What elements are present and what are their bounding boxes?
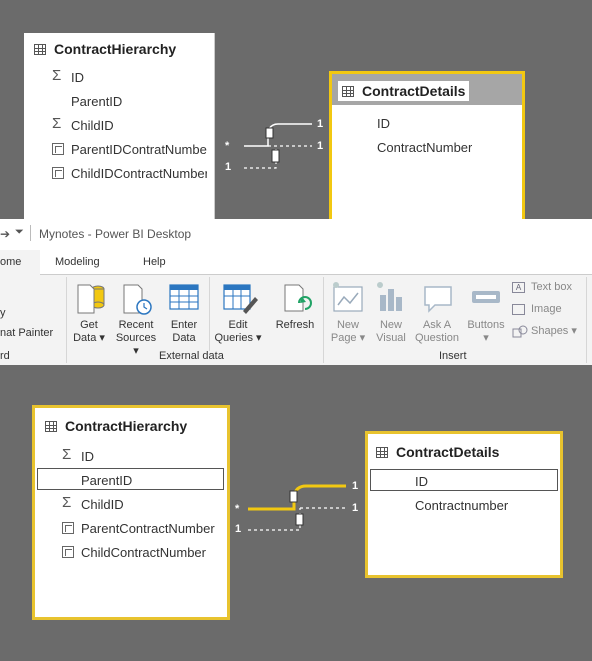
button-label: Page ▾ xyxy=(330,332,366,344)
group-external-data-label: External data xyxy=(159,350,224,362)
image-icon xyxy=(512,304,525,315)
new-page-icon xyxy=(333,282,363,312)
group-separator xyxy=(66,277,67,363)
edit-queries-button[interactable]: Edit Queries ▾ xyxy=(213,277,263,351)
buttons-button[interactable]: Buttons ▾ xyxy=(463,277,509,351)
relationship-line-inactive[interactable] xyxy=(244,146,277,169)
cardinality-one: 1 xyxy=(352,480,359,492)
ribbon: ➔ ⏷ Mynotes - Power BI Desktop ome Model… xyxy=(0,219,592,365)
refresh-icon xyxy=(284,284,312,312)
button-label: Queries ▾ xyxy=(214,332,262,344)
new-visual-button[interactable]: New Visual xyxy=(372,277,410,351)
enter-data-button[interactable]: Enter Data xyxy=(164,277,204,351)
speech-bubble-icon xyxy=(424,286,452,313)
clipboard-item-partial[interactable]: y xyxy=(0,307,6,319)
group-insert-label: Insert xyxy=(439,350,467,362)
tab-modeling[interactable]: Modeling xyxy=(55,256,100,268)
relationship-line[interactable] xyxy=(244,123,312,147)
image-button[interactable]: Image xyxy=(512,303,592,319)
tab-home[interactable]: ome xyxy=(0,250,41,274)
shapes-button[interactable]: Shapes ▾ xyxy=(512,325,592,341)
redo-icon[interactable]: ➔ xyxy=(0,227,10,241)
filter-direction-icon[interactable] xyxy=(265,127,274,139)
text-box-icon: A xyxy=(512,282,525,293)
group-separator xyxy=(209,277,210,351)
edit-table-icon xyxy=(223,284,258,314)
button-label: Shapes ▾ xyxy=(531,325,577,337)
divider xyxy=(30,225,31,241)
get-data-button[interactable]: Get Data ▾ xyxy=(70,277,108,351)
cardinality-many: * xyxy=(235,503,240,515)
cardinality-many: * xyxy=(225,140,230,152)
button-label: Data xyxy=(172,332,196,344)
shapes-icon xyxy=(512,325,528,338)
group-separator xyxy=(323,277,324,363)
text-box-button[interactable]: A Text box xyxy=(512,281,592,297)
relationship-lines-top xyxy=(244,123,312,169)
button-label: Refresh xyxy=(275,319,315,331)
button-label: Text box xyxy=(531,281,572,293)
group-separator xyxy=(586,277,587,363)
tab-strip xyxy=(40,250,592,275)
refresh-button[interactable]: Refresh xyxy=(272,277,318,351)
tab-help[interactable]: Help xyxy=(143,256,166,268)
relationship-line-inactive[interactable] xyxy=(248,508,301,531)
button-label: New xyxy=(379,319,402,331)
button-label: Ask A xyxy=(422,319,452,331)
cardinality-one: 1 xyxy=(352,502,359,514)
recent-sources-button[interactable]: Recent Sources ▾ xyxy=(112,277,160,357)
button-label: Sources ▾ xyxy=(115,332,157,357)
filter-direction-icon[interactable] xyxy=(271,149,280,163)
cardinality-one: 1 xyxy=(225,161,232,173)
table-grid-icon xyxy=(169,284,199,310)
customize-toolbar-icon[interactable]: ⏷ xyxy=(15,226,24,239)
format-painter-button[interactable]: nat Painter xyxy=(0,327,53,339)
database-icon xyxy=(77,284,105,314)
filter-direction-icon[interactable] xyxy=(289,490,298,503)
cardinality-one: 1 xyxy=(317,118,324,130)
clock-document-icon xyxy=(123,284,152,315)
cardinality-one: 1 xyxy=(317,140,324,152)
bar-chart-icon xyxy=(377,282,402,311)
button-label: Recent xyxy=(118,319,154,331)
button-label: Edit xyxy=(228,319,248,331)
button-label: Get xyxy=(80,319,98,331)
button-label: Question xyxy=(414,332,460,344)
cardinality-one: 1 xyxy=(235,523,242,535)
button-label: New xyxy=(336,319,359,331)
button-label: Enter xyxy=(170,319,198,331)
new-page-button[interactable]: New Page ▾ xyxy=(328,277,368,351)
button-label: ▾ xyxy=(483,332,489,344)
button-shape-icon xyxy=(472,291,500,303)
relationship-lines-bottom xyxy=(248,484,346,531)
group-clipboard-label: rd xyxy=(0,350,10,362)
button-label: Visual xyxy=(376,332,406,344)
button-label: Data ▾ xyxy=(73,332,105,344)
window-title: Mynotes - Power BI Desktop xyxy=(39,227,192,241)
filter-direction-icon[interactable] xyxy=(295,513,304,526)
button-label: Image xyxy=(531,303,562,315)
ask-a-question-button[interactable]: Ask A Question xyxy=(413,277,461,351)
button-label: Buttons xyxy=(467,319,505,331)
